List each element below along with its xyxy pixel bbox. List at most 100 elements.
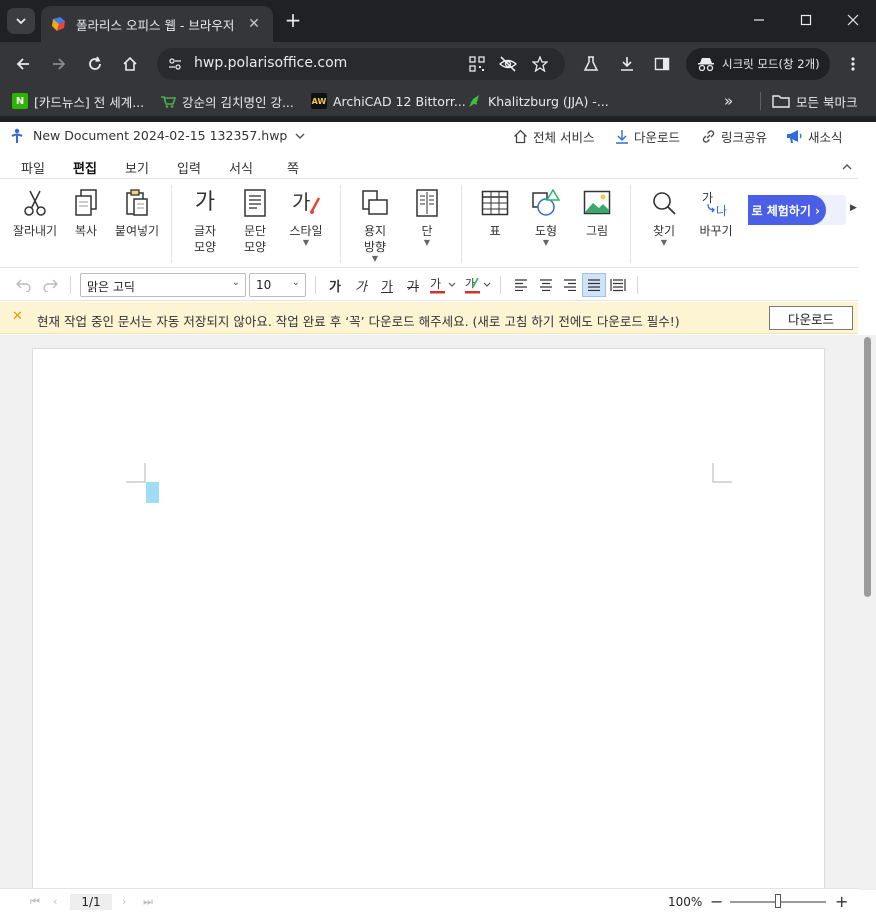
labs-button[interactable] bbox=[578, 51, 604, 77]
paste-button[interactable]: 붙여넣기 bbox=[112, 187, 162, 239]
find-button[interactable]: 찾기 ▼ bbox=[646, 187, 682, 247]
italic-button[interactable]: 가 bbox=[349, 273, 373, 297]
browser-toolbar: hwp.polarisoffice.com 시크릿 모드(창 2개) bbox=[0, 42, 876, 86]
strikethrough-button[interactable]: 가 bbox=[401, 273, 425, 297]
chevron-down-icon bbox=[16, 18, 26, 25]
cut-button[interactable]: 잘라내기 bbox=[10, 187, 60, 239]
bookmark-item-archicad[interactable]: AW ArchiCAD 12 Bittorr... bbox=[311, 92, 466, 110]
paper-direction-button[interactable]: 용지 방향 ▼ bbox=[356, 187, 394, 263]
replace-button[interactable]: 가나 바꾸기 bbox=[694, 187, 738, 239]
last-page-icon[interactable]: ⏭ bbox=[143, 895, 153, 909]
tab-close-icon[interactable]: ✕ bbox=[245, 16, 263, 32]
qr-code-icon[interactable] bbox=[468, 55, 486, 73]
incognito-indicator[interactable]: 시크릿 모드(창 2개) bbox=[686, 48, 830, 80]
align-center-button[interactable] bbox=[534, 273, 558, 297]
bookmark-item-khalitzburg[interactable]: Khalitzburg (JJA) -... bbox=[466, 92, 609, 110]
promo-try-button[interactable]: 로 체험하기 › bbox=[748, 195, 826, 225]
all-bookmarks-button[interactable]: 모든 북마크 bbox=[772, 92, 857, 110]
find-label: 찾기 bbox=[652, 224, 676, 238]
site-info-icon[interactable] bbox=[165, 54, 185, 74]
format-divider bbox=[315, 276, 316, 294]
align-justify-button[interactable] bbox=[582, 273, 606, 297]
bold-button[interactable]: 가 bbox=[323, 273, 347, 297]
side-panel-button[interactable] bbox=[649, 51, 675, 77]
shopping-cart-icon bbox=[160, 93, 176, 109]
tab-page[interactable]: 쪽 bbox=[287, 158, 299, 177]
tab-insert[interactable]: 입력 bbox=[177, 158, 201, 177]
align-right-button[interactable] bbox=[558, 273, 582, 297]
bookmarks-overflow-button[interactable]: » bbox=[724, 92, 733, 110]
maximize-button[interactable] bbox=[783, 0, 829, 40]
margin-corner-mark bbox=[126, 463, 146, 483]
forward-button[interactable] bbox=[46, 51, 72, 77]
align-left-button[interactable] bbox=[509, 273, 533, 297]
para-shape-label-1: 문단 bbox=[243, 224, 267, 238]
minimize-button[interactable] bbox=[736, 0, 782, 40]
tab-search-button[interactable] bbox=[7, 8, 35, 34]
share-link-button[interactable]: 링크공유 bbox=[701, 127, 767, 146]
prev-page-icon[interactable]: ‹ bbox=[53, 895, 57, 908]
reload-button[interactable] bbox=[82, 51, 108, 77]
notice-download-button[interactable]: 다운로드 bbox=[769, 306, 853, 330]
eye-off-icon[interactable] bbox=[499, 55, 517, 73]
svg-text:가: 가 bbox=[292, 190, 310, 214]
find-dropdown-icon: ▼ bbox=[660, 238, 668, 247]
font-size-select[interactable]: 10 ⌄ bbox=[249, 273, 306, 297]
download-button[interactable]: 다운로드 bbox=[615, 127, 680, 146]
vertical-scrollbar[interactable] bbox=[858, 335, 876, 890]
zoom-in-button[interactable]: + bbox=[835, 892, 848, 911]
next-page-icon[interactable]: › bbox=[122, 895, 126, 908]
zoom-out-button[interactable]: − bbox=[710, 892, 723, 911]
para-shape-button[interactable]: 문단 모양 bbox=[236, 187, 274, 255]
shape-button[interactable]: 도형 ▼ bbox=[528, 187, 564, 247]
close-window-button[interactable] bbox=[830, 0, 876, 40]
tab-view[interactable]: 보기 bbox=[125, 158, 149, 177]
align-distribute-button[interactable] bbox=[606, 273, 630, 297]
zoom-level[interactable]: 100% bbox=[668, 895, 702, 909]
bookmark-star-icon[interactable] bbox=[531, 55, 549, 73]
table-button[interactable]: 표 bbox=[478, 187, 512, 239]
address-bar[interactable]: hwp.polarisoffice.com bbox=[157, 48, 565, 80]
downloads-button[interactable] bbox=[614, 51, 640, 77]
first-page-icon[interactable]: ⏮ bbox=[30, 895, 40, 909]
collapse-ribbon-button[interactable] bbox=[842, 159, 852, 173]
bookmark-item-kimchi[interactable]: 강순의 김치명인 강... bbox=[160, 92, 294, 110]
chevron-down-icon: ⌄ bbox=[231, 277, 240, 288]
tab-format[interactable]: 서식 bbox=[229, 158, 253, 177]
underline-button[interactable]: 가 bbox=[375, 273, 399, 297]
undo-button[interactable] bbox=[12, 273, 36, 297]
char-shape-button[interactable]: 가 글자 모양 bbox=[186, 187, 224, 255]
chrome-menu-button[interactable] bbox=[840, 51, 866, 77]
tab-file[interactable]: 파일 bbox=[21, 158, 45, 177]
close-icon[interactable]: ✕ bbox=[12, 309, 23, 324]
back-button[interactable] bbox=[10, 51, 36, 77]
bookmark-item-news[interactable]: N [카드뉴스] 전 세계... bbox=[12, 92, 144, 110]
new-tab-button[interactable]: + bbox=[282, 9, 304, 31]
scrollbar-thumb[interactable] bbox=[864, 337, 871, 597]
incognito-label: 시크릿 모드(창 2개) bbox=[722, 57, 820, 71]
style-button[interactable]: 가 스타일 ▼ bbox=[286, 187, 326, 247]
page-indicator[interactable]: 1/1 bbox=[70, 894, 112, 910]
table-label: 표 bbox=[489, 224, 501, 238]
all-services-button[interactable]: 전체 서비스 bbox=[513, 127, 594, 146]
svg-text:가: 가 bbox=[465, 277, 475, 290]
news-button[interactable]: 새소식 bbox=[786, 127, 843, 146]
home-button[interactable] bbox=[117, 51, 143, 77]
redo-button[interactable] bbox=[38, 273, 62, 297]
url-text[interactable]: hwp.polarisoffice.com bbox=[194, 55, 347, 71]
ribbon-scroll-right-icon[interactable]: ▶ bbox=[850, 203, 857, 213]
status-bar: ⏮ ‹ 1/1 › ⏭ 100% − + bbox=[0, 888, 858, 914]
document-canvas[interactable] bbox=[0, 335, 858, 888]
copy-button[interactable]: 복사 bbox=[70, 187, 102, 239]
browser-tab-active[interactable]: 폴라리스 오피스 웹 - 브라우저 ✕ bbox=[41, 6, 273, 42]
highlight-color-button[interactable]: 가 bbox=[462, 273, 494, 297]
columns-button[interactable]: 단 ▼ bbox=[410, 187, 444, 247]
document-title[interactable]: New Document 2024-02-15 132357.hwp bbox=[33, 128, 305, 143]
zoom-slider-thumb[interactable] bbox=[775, 894, 781, 908]
clipboard-icon bbox=[126, 189, 148, 216]
tab-edit[interactable]: 편집 bbox=[71, 158, 99, 182]
picture-button[interactable]: 그림 bbox=[580, 187, 614, 239]
font-color-button[interactable]: 가 bbox=[427, 273, 459, 297]
font-family-select[interactable]: 맑은 고딕 ⌄ bbox=[80, 273, 246, 297]
document-page[interactable] bbox=[32, 348, 825, 888]
